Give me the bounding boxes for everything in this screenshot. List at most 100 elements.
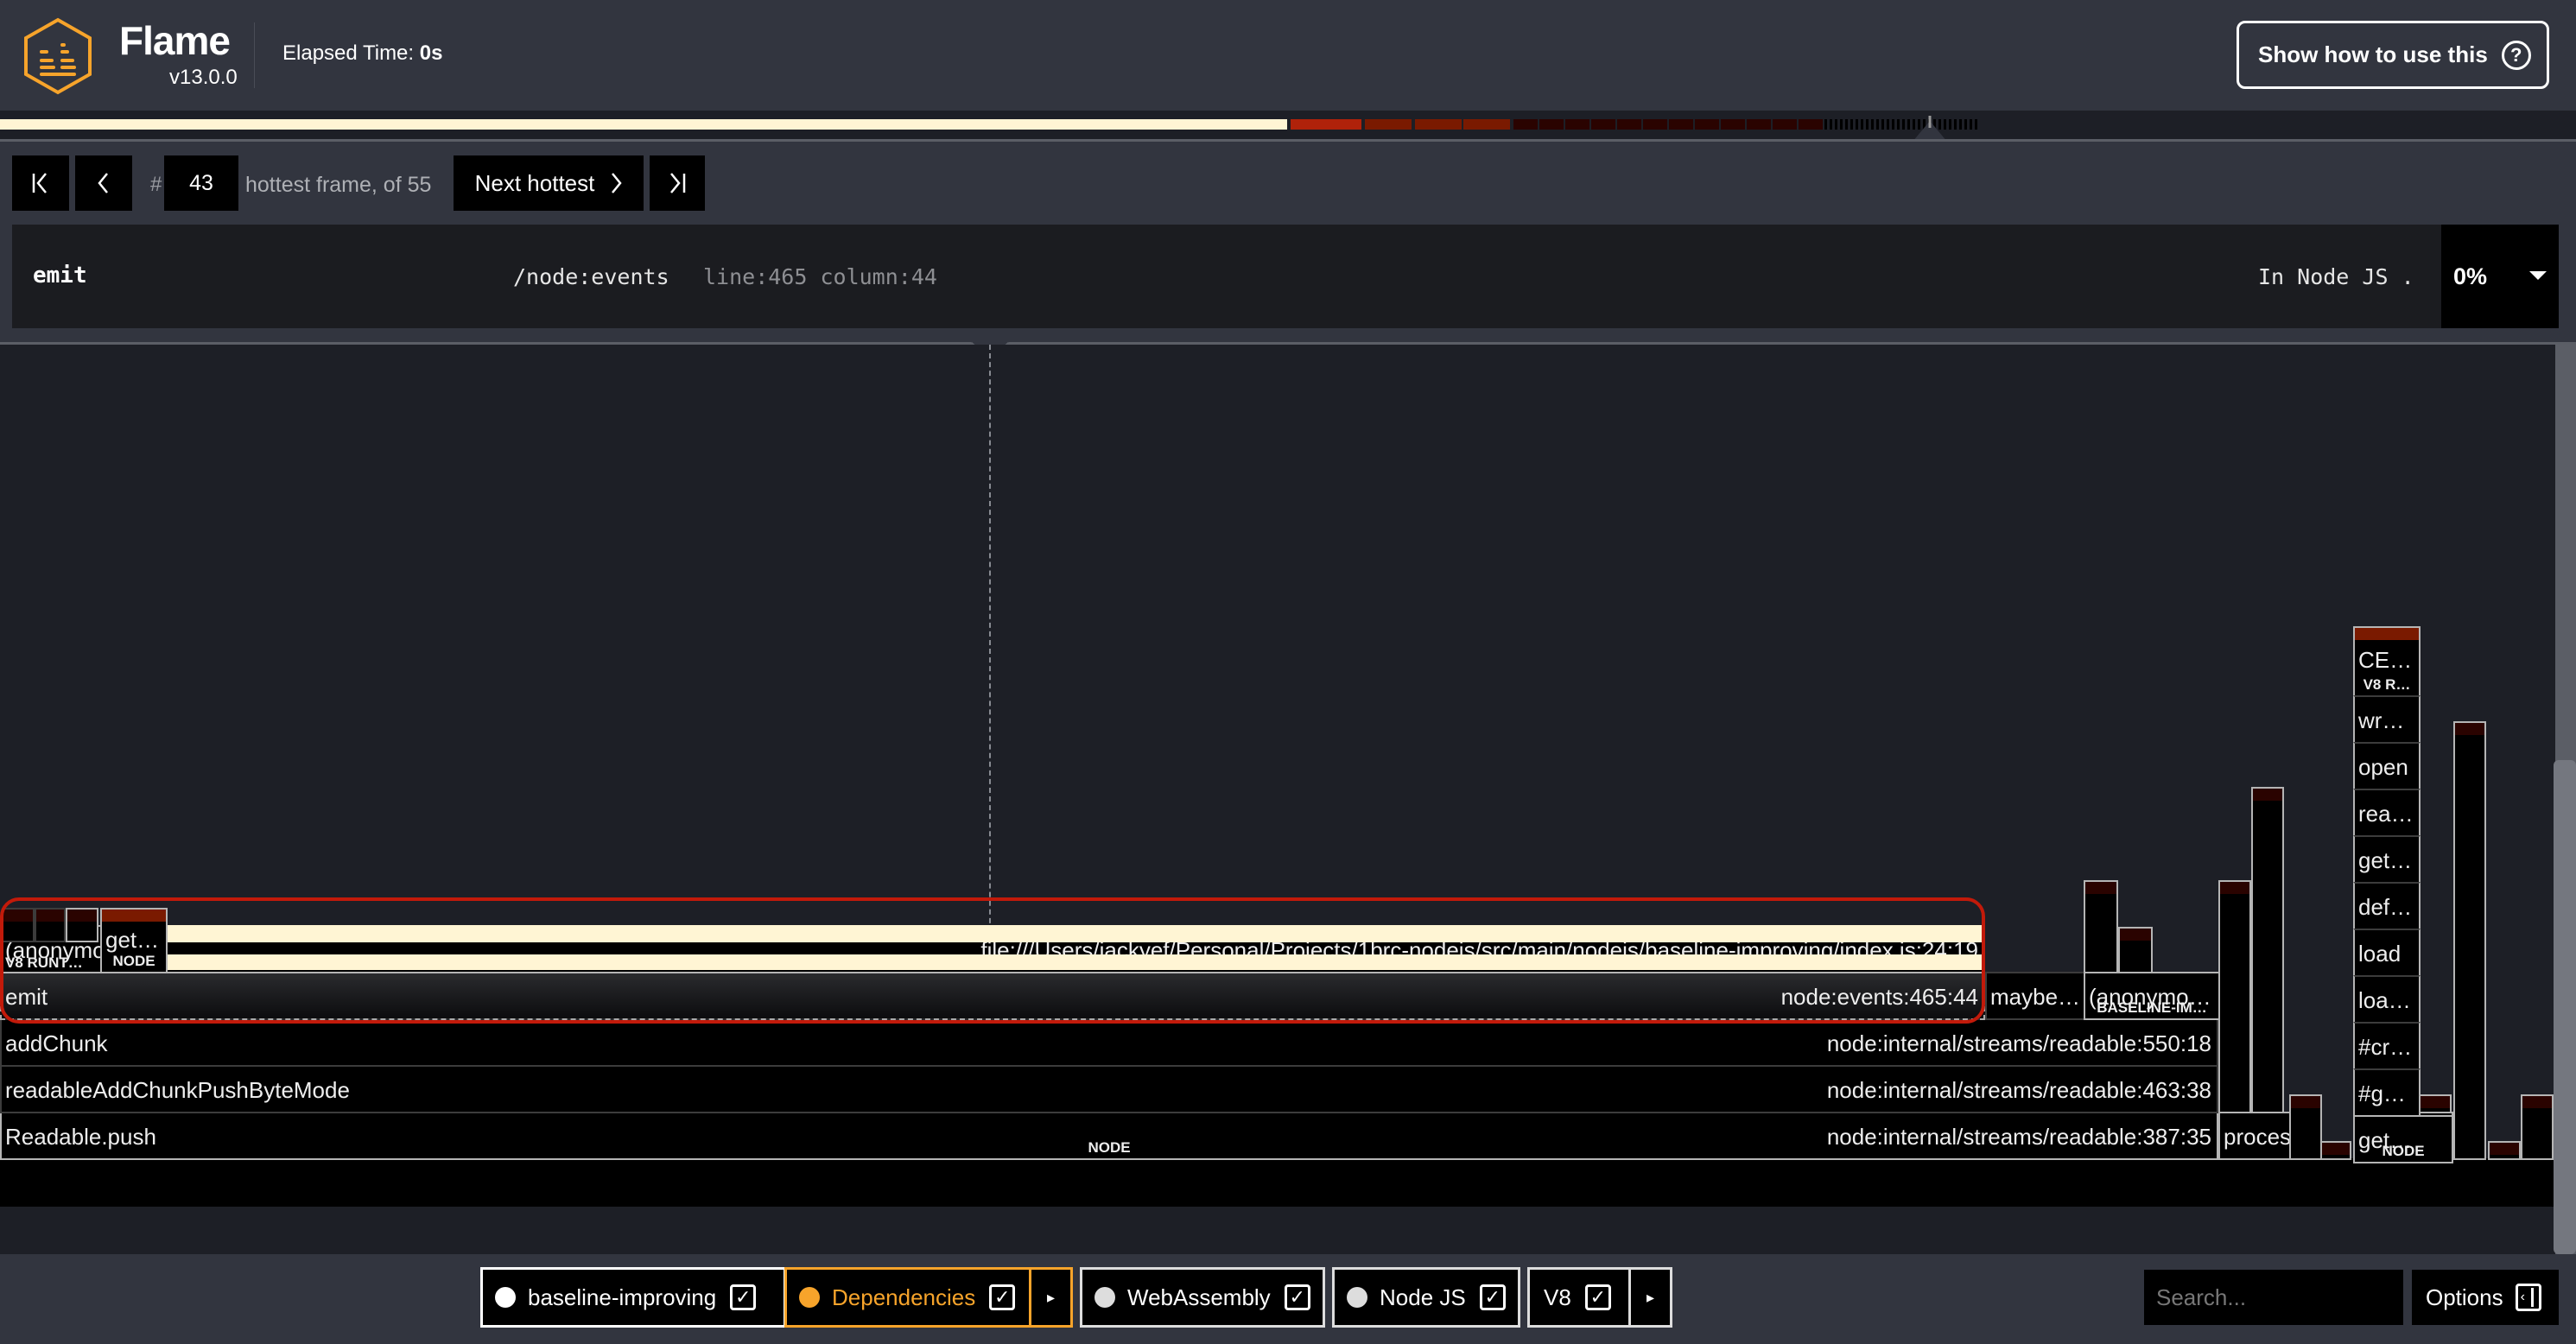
hotness-segment-cool[interactable] — [1669, 119, 1693, 130]
flame-frame-emit-selected[interactable]: emit node:events:465:44 — [0, 972, 1985, 1020]
show-help-button[interactable]: Show how to use this ? — [2237, 21, 2549, 89]
flame-app: Flame v13.0.0 Elapsed Time: 0s Show how … — [0, 0, 2576, 1344]
flame-frame-small[interactable] — [2118, 927, 2153, 973]
hotness-segment-cool[interactable] — [1799, 119, 1823, 130]
flame-frame-stack[interactable]: open — [2353, 742, 2421, 790]
flame-frame-readable-push[interactable]: Readable.push node:internal/streams/read… — [0, 1112, 2218, 1160]
hotness-segment-coldest[interactable] — [1824, 119, 1978, 130]
hotness-segment-cool[interactable] — [1513, 119, 1538, 130]
hotness-segment-cool[interactable] — [1539, 119, 1564, 130]
scrollbar-thumb[interactable] — [2554, 760, 2576, 1254]
options-button[interactable]: Options ‹ — [2412, 1270, 2559, 1325]
frame-file-path: /node:events — [513, 264, 669, 289]
checkbox-checked-icon[interactable]: ✓ — [1284, 1284, 1310, 1310]
hotness-segment-cool[interactable] — [1617, 119, 1641, 130]
flame-frame-stack[interactable]: #cr… — [2353, 1022, 2421, 1070]
elapsed-value: 0s — [419, 41, 443, 65]
hot-self-time-bar — [166, 954, 1983, 970]
frame-tag: V8 RUNT… — [5, 954, 83, 971]
checkbox-checked-icon[interactable]: ✓ — [989, 1284, 1016, 1310]
filter-label: Node JS — [1380, 1284, 1466, 1310]
flame-frame-add-chunk[interactable]: addChunk node:internal/streams/readable:… — [0, 1018, 2218, 1067]
flame-frame-small[interactable] — [2419, 1094, 2452, 1113]
hotness-segment-hot[interactable] — [1415, 119, 1462, 130]
flame-frame-column[interactable] — [2218, 880, 2251, 1113]
footer-toolbar: baseline-improving ✓ Dependencies ✓ ▸ We… — [0, 1254, 2576, 1344]
flame-frame-column[interactable] — [2251, 787, 2284, 1113]
flame-frame-stack[interactable]: loa… — [2353, 975, 2421, 1024]
checkbox-checked-icon[interactable]: ✓ — [1479, 1284, 1506, 1310]
checkbox-checked-icon[interactable]: ✓ — [1584, 1284, 1611, 1310]
previous-frame-icon — [98, 173, 108, 193]
filter-webassembly[interactable]: WebAssembly ✓ — [1080, 1267, 1325, 1328]
flame-frame-get-node[interactable]: get… NODE — [100, 908, 168, 973]
flame-frame-column[interactable] — [2453, 721, 2486, 1160]
expand-arrow-icon[interactable]: ▸ — [1029, 1270, 1070, 1325]
flame-logo-icon — [24, 17, 92, 95]
hotness-segment-cool[interactable] — [1591, 119, 1615, 130]
flame-frame-small[interactable] — [2488, 1141, 2521, 1160]
flame-frame-small[interactable] — [2084, 880, 2118, 973]
hotness-marker-icon — [1913, 116, 1947, 142]
hotness-segment-cool[interactable] — [1695, 119, 1719, 130]
flamegraph[interactable]: Readable.push node:internal/streams/read… — [0, 345, 2557, 1254]
frame-line-column: line:465 column:44 — [703, 264, 937, 289]
hotness-segment-cool[interactable] — [1643, 119, 1667, 130]
filter-label: Dependencies — [832, 1284, 976, 1310]
hotness-segment-hottest[interactable] — [0, 119, 1287, 130]
frame-info-box: emit /node:events line:465 column:44 In … — [12, 225, 2559, 328]
flame-frame-small[interactable] — [35, 908, 66, 942]
question-circle-icon: ? — [2501, 40, 2531, 70]
hotness-segment-very-hot[interactable] — [1291, 119, 1361, 130]
expand-arrow-icon[interactable]: ▸ — [1628, 1270, 1670, 1325]
frame-percent-dropdown[interactable]: 0% — [2441, 225, 2559, 328]
frame-rank-input[interactable]: 43 — [164, 155, 238, 211]
flame-frame-stack[interactable]: get… NODE — [2353, 1115, 2453, 1163]
hotness-segment-cool[interactable] — [1721, 119, 1745, 130]
search-input[interactable] — [2144, 1270, 2403, 1325]
filter-v8[interactable]: V8 ✓ ▸ — [1527, 1267, 1672, 1328]
flame-frame-stack[interactable]: def… — [2353, 882, 2421, 930]
flame-frame-stack[interactable]: rea… — [2353, 789, 2421, 837]
hotness-segment-hot[interactable] — [1463, 119, 1510, 130]
hotness-segment-hot[interactable] — [1365, 119, 1412, 130]
selection-pointer-line — [989, 345, 991, 949]
flame-frame-small[interactable] — [2320, 1141, 2351, 1160]
checkbox-checked-icon[interactable]: ✓ — [730, 1284, 757, 1310]
frame-type: In Node JS . — [2258, 264, 2414, 289]
flame-frame-small[interactable] — [2521, 1094, 2554, 1160]
flame-frame-stack[interactable]: get… — [2353, 835, 2421, 884]
grey-circle-icon — [1094, 1287, 1115, 1308]
flame-frame-small[interactable] — [2289, 1094, 2322, 1160]
flame-frame-anonymous-baseline[interactable]: (anonymo… BASELINE-IM… — [2084, 972, 2220, 1020]
next-hottest-button[interactable]: Next hottest — [454, 155, 644, 211]
next-hottest-label: Next hottest — [474, 169, 595, 196]
flame-frame-readable-add-chunk[interactable]: readableAddChunkPushByteMode node:intern… — [0, 1065, 2218, 1113]
flame-frame-stack[interactable]: load — [2353, 929, 2421, 977]
flame-frame-stack[interactable]: #g… — [2353, 1068, 2421, 1117]
root-frame[interactable] — [0, 1158, 2557, 1207]
flame-frame-small[interactable] — [2, 908, 35, 942]
chevron-right-icon — [612, 173, 622, 193]
filter-nodejs[interactable]: Node JS ✓ — [1332, 1267, 1520, 1328]
header-divider — [254, 22, 255, 88]
hotness-segment-cool[interactable] — [1773, 119, 1797, 130]
filter-label: WebAssembly — [1127, 1284, 1271, 1310]
last-frame-button[interactable] — [650, 155, 705, 211]
filter-baseline-improving[interactable]: baseline-improving ✓ — [480, 1267, 786, 1328]
flame-frame-maybe[interactable]: maybe… — [1985, 972, 2087, 1020]
flame-frame-ce[interactable]: CE… V8 R… — [2353, 626, 2421, 697]
panel-toggle-icon: ‹ — [2515, 1284, 2541, 1311]
filter-label: V8 — [1544, 1284, 1571, 1310]
flame-frame-stack[interactable]: wr… — [2353, 695, 2421, 744]
hotness-segment-cool[interactable] — [1565, 119, 1589, 130]
filter-dependencies[interactable]: Dependencies ✓ ▸ — [784, 1267, 1073, 1328]
frame-function-name: emit — [33, 263, 87, 288]
rank-hash: # — [150, 173, 162, 196]
caret-down-icon — [2529, 271, 2547, 280]
hotness-segment-cool[interactable] — [1747, 119, 1771, 130]
white-circle-icon — [495, 1287, 516, 1308]
first-frame-button[interactable] — [12, 155, 69, 211]
flame-frame-small[interactable] — [66, 908, 98, 942]
previous-frame-button[interactable] — [75, 155, 132, 211]
